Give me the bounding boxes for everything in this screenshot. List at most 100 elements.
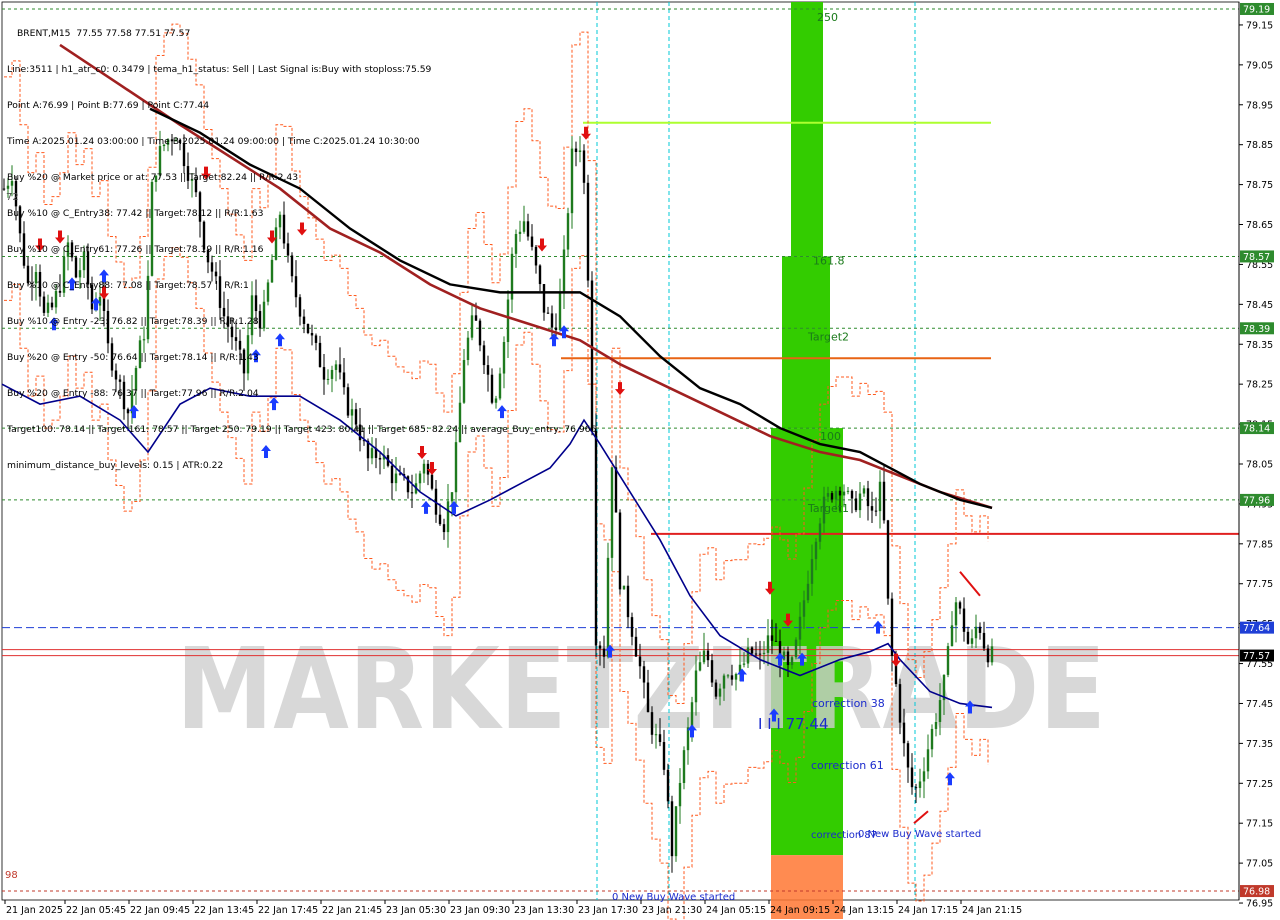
candle-body (834, 490, 838, 500)
candle-body (794, 639, 798, 658)
annotation-label: 0 New Buy Wave started (612, 892, 735, 903)
candle-body (814, 541, 818, 560)
candle-body (882, 481, 886, 521)
candle-body (654, 734, 658, 736)
info-line: Buy %10 @ C_Entry61: 77.26 || Target:78.… (7, 244, 264, 255)
candle-body (746, 647, 750, 664)
candle-body (914, 787, 918, 789)
annotation-label: 0 New Buy Wave started (858, 829, 981, 840)
price-badge-label: 78.57 (1243, 252, 1270, 263)
candle-body (690, 702, 694, 728)
candle-body (910, 767, 914, 788)
candle-body (650, 712, 654, 735)
candle-body (442, 524, 446, 533)
candle-body (762, 652, 766, 654)
price-tick-label: 78.05 (1246, 459, 1273, 470)
info-line: Line:3511 | h1_atr_c0: 0.3479 | tema_h1_… (7, 64, 432, 75)
candle-body (410, 492, 414, 494)
candle-body (810, 559, 814, 584)
candle-body (770, 635, 774, 641)
candle-body (938, 700, 942, 722)
candle-body (970, 638, 974, 644)
candle-body (686, 727, 690, 751)
candle-body (626, 585, 630, 618)
candle-body (986, 648, 990, 663)
candle-body (598, 645, 602, 649)
info-line: Buy %10 @ Entry -23: 76.82 || Target:78.… (7, 316, 259, 327)
candle-body (842, 491, 846, 496)
candle-body (682, 750, 686, 784)
info-line: Buy %10 @ C_Entry88: 77.08 || Target:78.… (7, 280, 249, 291)
candle-body (602, 648, 606, 657)
candle-body (766, 635, 770, 653)
candle-body (850, 490, 854, 499)
candle-body (790, 657, 794, 666)
candle-body (734, 673, 738, 680)
time-tick-label: 24 Jan 13:15 (834, 905, 894, 916)
time-tick-label: 22 Jan 05:45 (66, 905, 126, 916)
candle-body (2, 188, 6, 190)
candle-body (898, 684, 902, 723)
price-tick-label: 79.05 (1246, 60, 1273, 71)
candle-body (638, 656, 642, 667)
candle-body (922, 771, 926, 782)
candle-body (706, 650, 710, 661)
price-badge-label: 77.57 (1243, 651, 1270, 662)
time-tick-label: 23 Jan 05:30 (386, 905, 446, 916)
time-tick-label: 24 Jan 21:15 (962, 905, 1022, 916)
candle-body (622, 585, 626, 590)
price-tick-label: 78.85 (1246, 140, 1273, 151)
candle-body (990, 646, 994, 663)
candle-body (618, 512, 622, 590)
candle-body (722, 675, 726, 689)
price-tick-label: 77.15 (1246, 819, 1273, 830)
price-badge-label: 77.64 (1243, 623, 1270, 634)
time-tick-label: 24 Jan 17:15 (898, 905, 958, 916)
candle-body (862, 488, 866, 494)
candle-body (698, 662, 702, 671)
candle-body (718, 688, 722, 697)
time-tick-label: 22 Jan 17:45 (258, 905, 318, 916)
annotation-label: I I I 77.44 (758, 715, 829, 733)
info-panel: BRENT,M15 77.55 77.58 77.51 77.57 Line:3… (7, 4, 596, 484)
candle-body (926, 749, 930, 772)
candle-body (958, 602, 962, 609)
candle-body (846, 490, 850, 492)
info-line: Time A:2025.01.24 03:00:00 | Time B:2025… (7, 136, 420, 147)
candle-body (726, 675, 730, 677)
candle-body (670, 801, 674, 857)
candle-body (982, 632, 986, 649)
candle-body (818, 523, 822, 542)
time-tick-label: 22 Jan 21:45 (322, 905, 382, 916)
annotation-label: 98 (5, 870, 18, 881)
price-tick-label: 79.15 (1246, 20, 1273, 31)
candle-body (702, 650, 706, 663)
candle-body (694, 670, 698, 703)
candle-body (806, 583, 810, 601)
price-tick-label: 78.25 (1246, 380, 1273, 391)
candle-body (678, 783, 682, 807)
candle-body (630, 617, 634, 637)
candle-body (978, 626, 982, 633)
candle-body (966, 631, 970, 644)
info-line: Buy %20 @ Entry -88: 76.37 || Target:77.… (7, 388, 259, 399)
candle-body (646, 682, 650, 713)
candle-body (614, 467, 618, 513)
annotation-label: correction 38 (812, 697, 885, 710)
watermark-text: MARKETZITRADE (176, 625, 1106, 755)
candle-body (674, 806, 678, 857)
candle-body (730, 675, 734, 680)
price-badge-label: 79.19 (1243, 4, 1270, 15)
zone-label: 161.8 (813, 254, 845, 267)
candle-body (906, 743, 910, 768)
zone-label: 100 (820, 430, 841, 443)
candle-body (918, 781, 922, 788)
price-tick-label: 77.75 (1246, 579, 1273, 590)
time-tick-label: 23 Jan 09:30 (450, 905, 510, 916)
candle-body (830, 493, 834, 500)
candle-body (950, 625, 954, 647)
candle-body (446, 501, 450, 533)
candle-body (754, 653, 758, 655)
watermark: MARKETZITRADE (176, 625, 1106, 755)
candle-body (802, 600, 806, 617)
